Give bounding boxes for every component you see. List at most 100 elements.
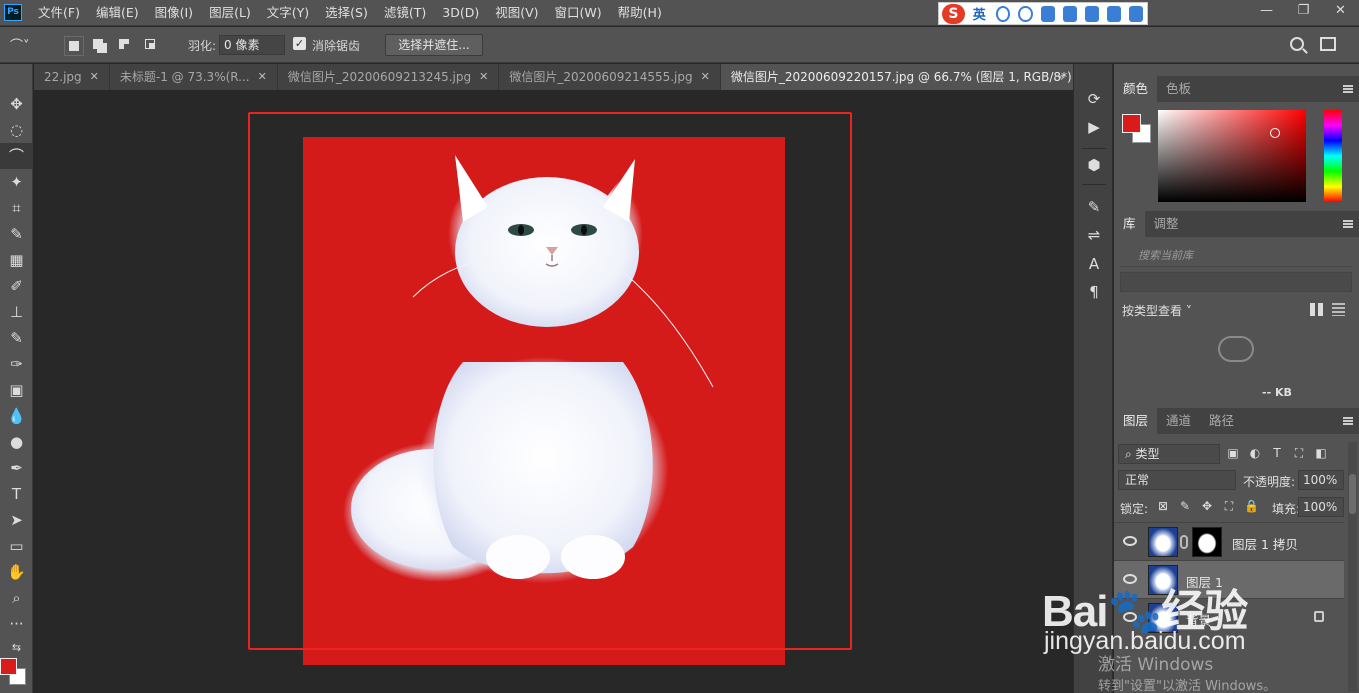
filter-pixel-icon[interactable]: ▣ xyxy=(1226,446,1240,460)
blend-mode-dropdown[interactable]: 正常 xyxy=(1118,470,1236,490)
opacity-input[interactable]: 100% xyxy=(1298,470,1344,490)
view-by-type-dropdown[interactable]: 按类型查看 ˅ xyxy=(1122,302,1192,319)
tab-adjustments[interactable]: 调整 xyxy=(1145,211,1188,237)
actions-panel-icon[interactable]: ▶ xyxy=(1074,114,1114,140)
brush-presets-icon[interactable]: ⇌ xyxy=(1074,222,1114,248)
select-and-mask-button[interactable]: 选择并遮住... xyxy=(385,34,483,56)
minimize-button[interactable]: — xyxy=(1248,0,1285,22)
lasso-tool-icon[interactable]: ⌒ xyxy=(0,143,33,169)
menu-type[interactable]: 文字(Y) xyxy=(267,0,309,26)
tab-color[interactable]: 颜色 xyxy=(1114,76,1158,102)
menu-help[interactable]: 帮助(H) xyxy=(618,0,662,26)
mask-link-icon[interactable] xyxy=(1180,535,1188,549)
new-selection-button[interactable] xyxy=(64,36,84,56)
history-panel-icon[interactable]: ⟳ xyxy=(1074,86,1114,112)
layer-row-layer1-copy[interactable]: 图层 1 拷贝 xyxy=(1114,522,1344,560)
grid-view-icon[interactable] xyxy=(1310,303,1323,316)
panel-menu-icon[interactable] xyxy=(1343,220,1353,228)
feather-input[interactable]: 0 像素 xyxy=(219,35,285,55)
menu-file[interactable]: 文件(F) xyxy=(38,0,80,26)
type-tool-icon[interactable]: T xyxy=(0,481,33,507)
rectangle-tool-icon[interactable]: ▭ xyxy=(0,533,33,559)
hand-tool-icon[interactable]: ✋ xyxy=(0,559,33,585)
eyedropper-tool-icon[interactable]: ✎ xyxy=(0,221,33,247)
filter-adjustment-icon[interactable]: ◐ xyxy=(1248,446,1262,460)
zoom-tool-icon[interactable]: ⌕ xyxy=(0,585,33,611)
clone-stamp-tool-icon[interactable]: ⊥ xyxy=(0,299,33,325)
lock-transparent-pixels-icon[interactable]: ⊠ xyxy=(1156,499,1170,513)
tab-document-1[interactable]: 22.jpg ✕ xyxy=(34,64,110,90)
panel-menu-icon[interactable] xyxy=(1343,417,1353,425)
pen-tool-icon[interactable]: ✒ xyxy=(0,455,33,481)
hue-slider[interactable] xyxy=(1324,110,1342,202)
close-icon[interactable]: ✕ xyxy=(258,64,267,90)
ime-language-toggle[interactable]: 英 xyxy=(973,4,986,23)
tab-layers[interactable]: 图层 xyxy=(1114,408,1158,434)
menu-image[interactable]: 图像(I) xyxy=(155,0,193,26)
antialias-checkbox[interactable]: ✓ xyxy=(293,37,306,50)
marquee-tool-icon[interactable]: ◌ xyxy=(0,117,33,143)
more-tabs-icon[interactable]: » xyxy=(1050,64,1072,90)
close-icon[interactable]: ✕ xyxy=(701,64,710,90)
tab-paths[interactable]: 路径 xyxy=(1200,408,1243,434)
tab-document-2[interactable]: 未标题-1 @ 73.3%(R... ✕ xyxy=(110,64,278,90)
keyboard-icon[interactable] xyxy=(1062,5,1077,22)
tab-libraries[interactable]: 库 xyxy=(1114,211,1145,237)
subtract-from-selection-button[interactable] xyxy=(116,36,136,56)
visibility-eye-icon[interactable] xyxy=(1123,536,1137,546)
menu-window[interactable]: 窗口(W) xyxy=(555,0,602,26)
move-tool-icon[interactable]: ✥ xyxy=(0,91,33,117)
lock-position-icon[interactable]: ✥ xyxy=(1200,499,1214,513)
gradient-tool-icon[interactable]: ▣ xyxy=(0,377,33,403)
lock-artboard-icon[interactable]: ⛶ xyxy=(1222,499,1236,513)
brush-panel-icon[interactable]: ✎ xyxy=(1074,194,1114,220)
healing-brush-tool-icon[interactable]: ▦ xyxy=(0,247,33,273)
list-view-icon[interactable] xyxy=(1332,303,1345,316)
layer-mask-thumbnail[interactable] xyxy=(1192,527,1222,557)
eraser-tool-icon[interactable]: ✑ xyxy=(0,351,33,377)
color-panel-foreground-swatch[interactable] xyxy=(1122,114,1141,133)
close-button[interactable]: ✕ xyxy=(1322,0,1359,22)
layer-filter-kind-dropdown[interactable]: ⌕ 类型 xyxy=(1118,444,1220,464)
grid-icon[interactable] xyxy=(1128,5,1143,22)
library-search-input[interactable]: 搜索当前库 xyxy=(1120,245,1352,267)
color-picker-handle[interactable] xyxy=(1270,128,1280,138)
menu-3d[interactable]: 3D(D) xyxy=(442,0,479,26)
fill-input[interactable]: 100% xyxy=(1298,497,1344,517)
filter-type-icon[interactable]: T xyxy=(1270,446,1284,460)
emoji-icon[interactable] xyxy=(1018,5,1033,22)
mic-icon[interactable] xyxy=(1040,5,1055,22)
filter-smart-object-icon[interactable]: ◧ xyxy=(1314,446,1328,460)
lock-image-pixels-icon[interactable]: ✎ xyxy=(1178,499,1192,513)
menu-filter[interactable]: 滤镜(T) xyxy=(384,0,426,26)
foreground-color-swatch[interactable] xyxy=(0,658,17,675)
close-icon[interactable]: ✕ xyxy=(90,64,99,90)
close-icon[interactable]: ✕ xyxy=(479,64,488,90)
magic-wand-tool-icon[interactable]: ✦ xyxy=(0,169,33,195)
blur-tool-icon[interactable]: 💧 xyxy=(0,403,33,429)
restore-button[interactable]: ❐ xyxy=(1285,0,1322,22)
lasso-tool-preset-picker[interactable]: ⌒˅ xyxy=(10,35,50,55)
tab-document-3[interactable]: 微信图片_20200609213245.jpg ✕ xyxy=(278,64,500,90)
add-to-selection-button[interactable] xyxy=(90,36,110,56)
crop-tool-icon[interactable]: ⌗ xyxy=(0,195,33,221)
filter-shape-icon[interactable]: ⛶ xyxy=(1292,446,1306,460)
3d-panel-icon[interactable]: ⬢ xyxy=(1074,152,1114,178)
more-tools-icon[interactable]: ··· xyxy=(0,611,33,637)
sogou-logo-icon[interactable]: S xyxy=(942,3,965,24)
lock-all-icon[interactable]: 🔒 xyxy=(1244,499,1259,513)
layers-scrollbar-thumb[interactable] xyxy=(1349,474,1356,514)
tab-document-4[interactable]: 微信图片_20200609214555.jpg ✕ xyxy=(499,64,721,90)
panel-menu-icon[interactable] xyxy=(1343,85,1353,93)
tab-swatches[interactable]: 色板 xyxy=(1157,76,1200,102)
workspace-switcher-icon[interactable] xyxy=(1320,37,1336,51)
brush-tool-icon[interactable]: ✐ xyxy=(0,273,33,299)
menu-layer[interactable]: 图层(L) xyxy=(209,0,251,26)
search-icon[interactable] xyxy=(1290,37,1304,51)
character-panel-icon[interactable]: A xyxy=(1074,251,1114,277)
tab-channels[interactable]: 通道 xyxy=(1157,408,1200,434)
library-select-dropdown[interactable] xyxy=(1120,272,1352,292)
intersect-selection-button[interactable] xyxy=(142,36,162,56)
person-icon[interactable] xyxy=(1084,5,1099,22)
history-brush-tool-icon[interactable]: ✎ xyxy=(0,325,33,351)
